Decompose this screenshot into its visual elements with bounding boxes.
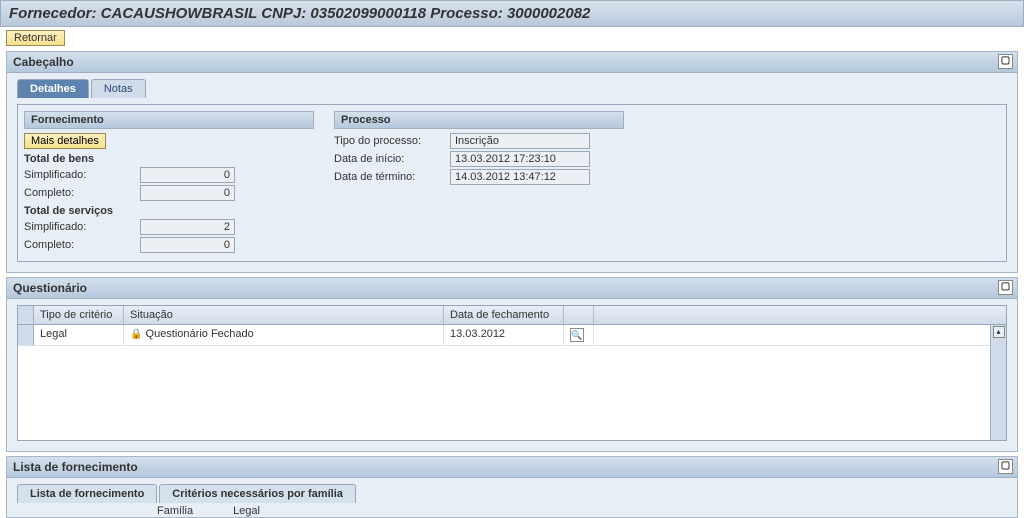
- grid-header: Tipo de critério Situação Data de fecham…: [18, 306, 1006, 325]
- scrollbar[interactable]: ▴: [990, 325, 1006, 440]
- col-action: [564, 306, 594, 324]
- grid-body: Legal Questionário Fechado 13.03.2012 ▴: [18, 325, 1006, 440]
- label-data-inicio: Data de início:: [334, 153, 444, 165]
- field-serv-completo: 0: [140, 237, 235, 253]
- questionario-grid: Tipo de critério Situação Data de fecham…: [17, 305, 1007, 441]
- label-total-bens: Total de bens: [24, 153, 314, 165]
- section-fornecimento: Fornecimento Mais detalhes Total de bens…: [24, 111, 314, 255]
- mais-detalhes-button[interactable]: Mais detalhes: [24, 133, 106, 149]
- field-tipo-processo: Inscrição: [450, 133, 590, 149]
- field-bens-simplificado: 0: [140, 167, 235, 183]
- section-processo: Processo Tipo do processo: Inscrição Dat…: [334, 111, 624, 187]
- label-tipo-processo: Tipo do processo:: [334, 135, 444, 147]
- scroll-up-icon[interactable]: ▴: [993, 326, 1005, 338]
- panel-cabecalho: Cabeçalho ▢ Detalhes Notas Fornecimento …: [6, 51, 1018, 273]
- label-bens-simplificado: Simplificado:: [24, 169, 134, 181]
- col-data: Data de fechamento: [444, 306, 564, 324]
- field-serv-simplificado: 2: [140, 219, 235, 235]
- section-title-fornecimento: Fornecimento: [24, 111, 314, 129]
- field-bens-completo: 0: [140, 185, 235, 201]
- toolbar: Retornar: [0, 27, 1024, 49]
- collapse-button[interactable]: ▢: [998, 280, 1013, 295]
- page-title: Fornecedor: CACAUSHOWBRASIL CNPJ: 035020…: [0, 0, 1024, 27]
- label-data-termino: Data de término:: [334, 171, 444, 183]
- table-row[interactable]: Legal Questionário Fechado 13.03.2012: [18, 325, 990, 346]
- panel-title-lista: Lista de fornecimento: [13, 460, 138, 474]
- row-selector[interactable]: [18, 325, 34, 345]
- lock-icon: [130, 328, 142, 340]
- collapse-button[interactable]: ▢: [998, 54, 1013, 69]
- tab-notas[interactable]: Notas: [91, 79, 146, 98]
- label-serv-completo: Completo:: [24, 239, 134, 251]
- panel-lista: Lista de fornecimento ▢ Lista de forneci…: [6, 456, 1018, 518]
- collapse-button[interactable]: ▢: [998, 459, 1013, 474]
- label-serv-simplificado: Simplificado:: [24, 221, 134, 233]
- panel-questionario: Questionário ▢ Tipo de critério Situação…: [6, 277, 1018, 452]
- field-data-inicio: 13.03.2012 17:23:10: [450, 151, 590, 167]
- tab-detalhes[interactable]: Detalhes: [17, 79, 89, 98]
- col-legal: Legal: [233, 505, 260, 517]
- tab-criterios[interactable]: Critérios necessários por família: [159, 484, 356, 503]
- return-button[interactable]: Retornar: [6, 30, 65, 46]
- panel-header-lista: Lista de fornecimento ▢: [7, 457, 1017, 478]
- panel-title: Cabeçalho: [13, 55, 74, 69]
- tab-lista-fornecimento[interactable]: Lista de fornecimento: [17, 484, 157, 503]
- cell-tipo: Legal: [34, 325, 124, 345]
- cell-action: [564, 325, 594, 345]
- cabecalho-body: Fornecimento Mais detalhes Total de bens…: [7, 98, 1017, 272]
- field-data-termino: 14.03.2012 13:47:12: [450, 169, 590, 185]
- search-icon[interactable]: [570, 328, 584, 342]
- cell-data: 13.03.2012: [444, 325, 564, 345]
- panel-title-questionario: Questionário: [13, 281, 87, 295]
- label-bens-completo: Completo:: [24, 187, 134, 199]
- col-tipo: Tipo de critério: [34, 306, 124, 324]
- label-total-servicos: Total de serviços: [24, 205, 314, 217]
- questionario-body: Tipo de critério Situação Data de fecham…: [7, 299, 1017, 451]
- sub-headers: Família Legal: [7, 503, 1017, 517]
- detail-box: Fornecimento Mais detalhes Total de bens…: [17, 104, 1007, 262]
- cell-situacao-text: Questionário Fechado: [146, 328, 254, 340]
- panel-header-questionario: Questionário ▢: [7, 278, 1017, 299]
- panel-header-cabecalho: Cabeçalho ▢: [7, 52, 1017, 73]
- cell-situacao: Questionário Fechado: [124, 325, 444, 345]
- row-selector-header: [18, 306, 34, 324]
- tabstrip-lista: Lista de fornecimento Critérios necessár…: [7, 478, 1017, 503]
- section-title-processo: Processo: [334, 111, 624, 129]
- col-situacao: Situação: [124, 306, 444, 324]
- col-familia: Família: [157, 505, 193, 517]
- tabstrip-cabecalho: Detalhes Notas: [7, 73, 1017, 98]
